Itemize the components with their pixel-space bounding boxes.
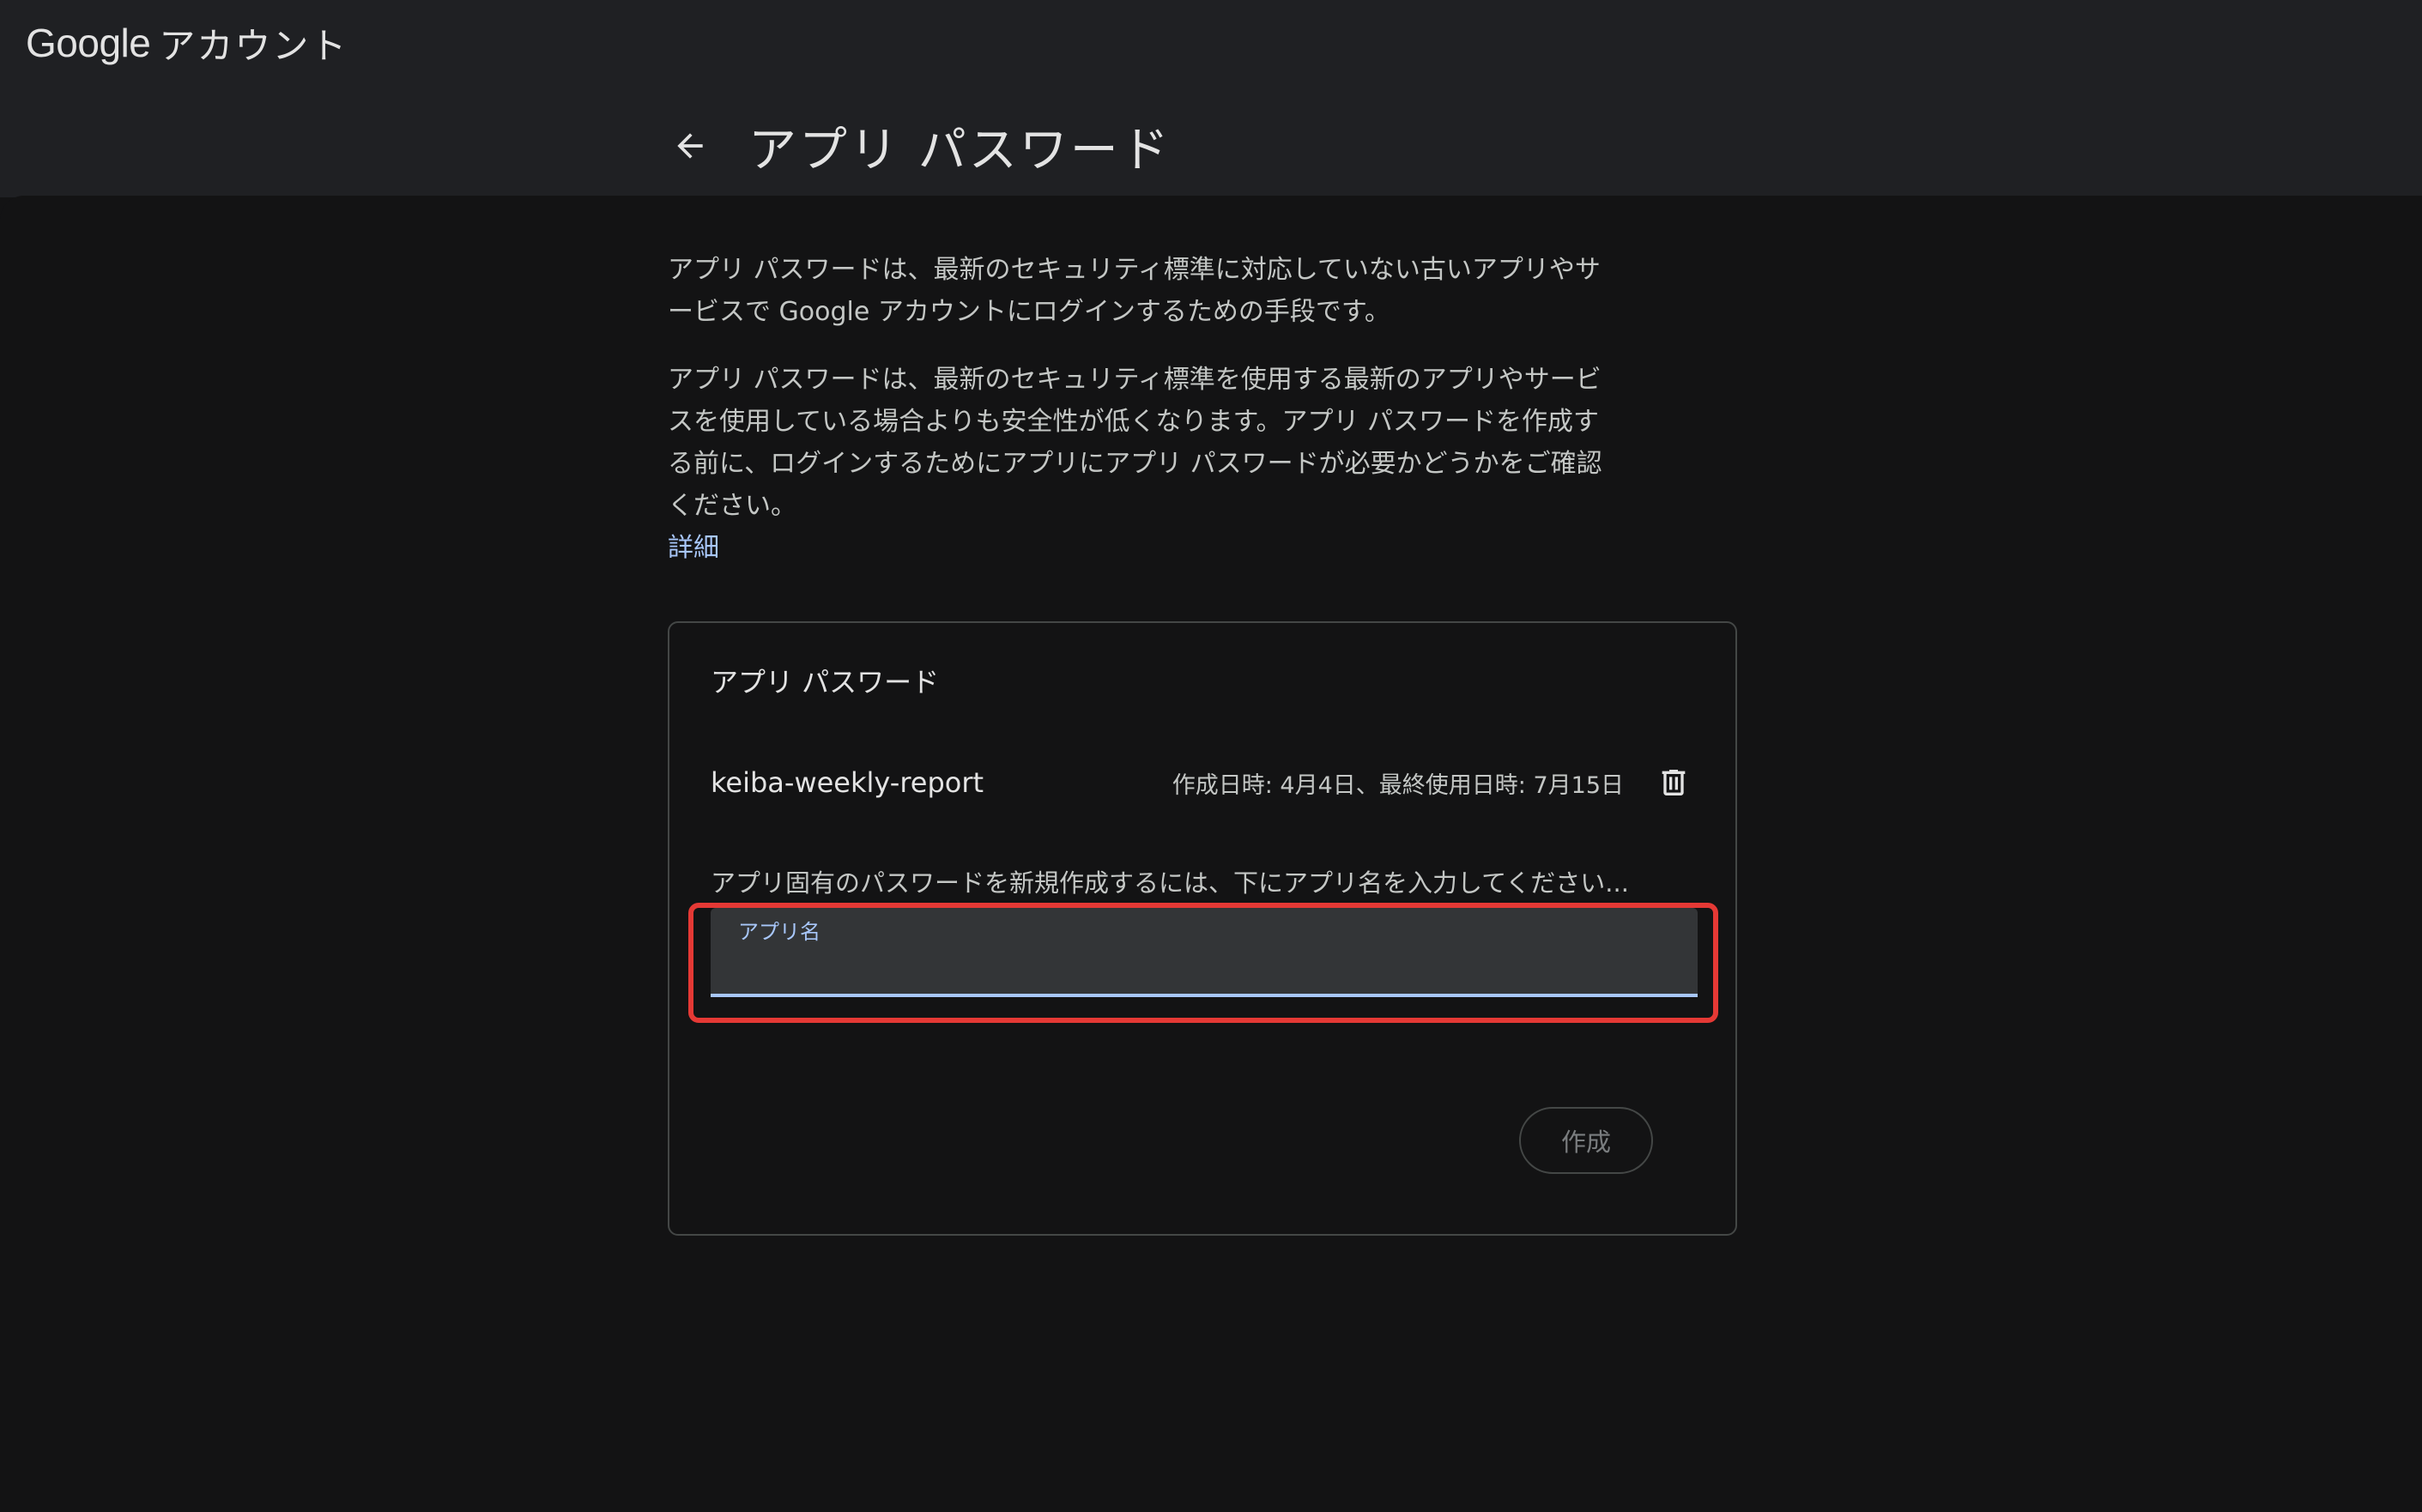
arrow-left-icon xyxy=(677,133,703,159)
app-password-name: keiba-weekly-report xyxy=(711,766,984,799)
create-prompt: アプリ固有のパスワードを新規作成するには、下にアプリ名を入力してください... xyxy=(711,868,1629,898)
main-content: アプリ パスワードは、最新のセキュリティ標準に対応していない古いアプリやサービス… xyxy=(0,196,2422,1512)
learn-more-link[interactable]: 詳細 xyxy=(668,527,719,569)
card-title: アプリ パスワード xyxy=(711,666,940,699)
back-button[interactable] xyxy=(666,122,714,170)
intro-text: アプリ パスワードは、最新のセキュリティ標準に対応していない古いアプリやサービス… xyxy=(668,249,1620,569)
trash-icon xyxy=(1662,770,1686,795)
app-passwords-card: アプリ パスワード keiba-weekly-report 作成日時: 4月4日… xyxy=(668,621,1737,1236)
intro-paragraph-2: アプリ パスワードは、最新のセキュリティ標準を使用する最新のアプリやサービスを使… xyxy=(668,365,1602,521)
top-bar: Google アカウント アプリ パスワード xyxy=(0,0,2422,197)
app-password-dates: 作成日時: 4月4日、最終使用日時: 7月15日 xyxy=(1172,771,1624,799)
create-button[interactable]: 作成 xyxy=(1519,1107,1653,1174)
app-password-row: keiba-weekly-report 作成日時: 4月4日、最終使用日時: 7… xyxy=(711,759,1698,807)
page-title: アプリ パスワード xyxy=(748,122,1172,178)
account-wordmark: アカウント xyxy=(159,24,348,67)
delete-password-button[interactable] xyxy=(1650,759,1698,807)
google-account-logo[interactable]: Google アカウント xyxy=(26,17,348,69)
highlight-annotation xyxy=(688,903,1718,1023)
intro-paragraph-1: アプリ パスワードは、最新のセキュリティ標準に対応していない古いアプリやサービス… xyxy=(668,255,1601,327)
page-header: アプリ パスワード xyxy=(666,112,1172,180)
google-wordmark: Google xyxy=(26,21,151,65)
